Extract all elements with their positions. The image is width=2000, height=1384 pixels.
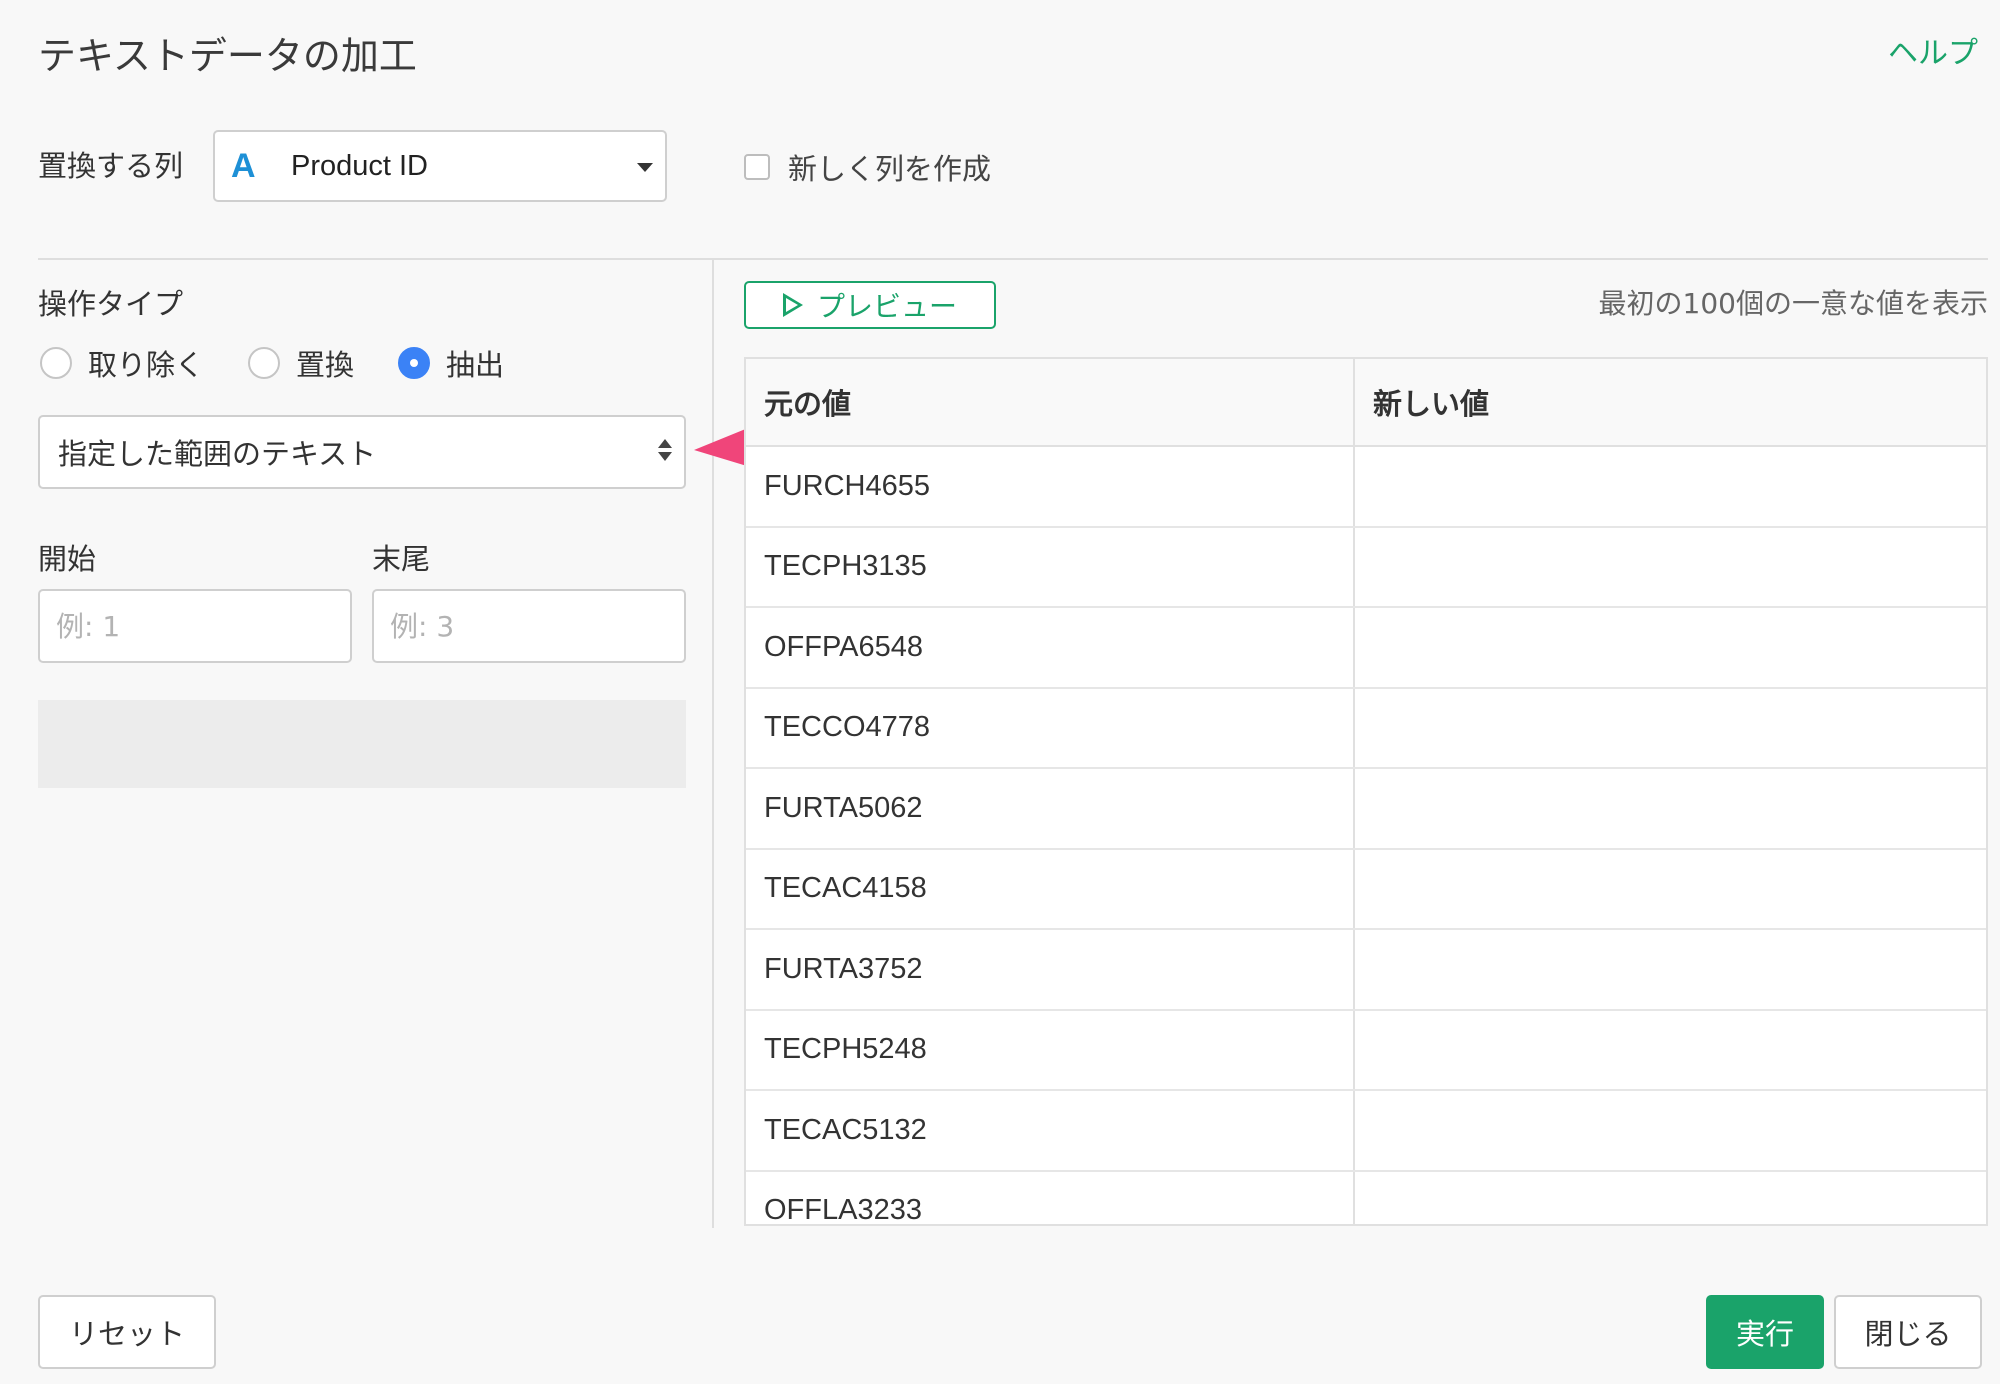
cell-new (1355, 850, 1986, 929)
cell-original: FURCH4655 (746, 447, 1355, 526)
cell-new (1355, 769, 1986, 848)
close-button[interactable]: 閉じる (1834, 1295, 1982, 1369)
table-row: TECPH5248 (746, 1010, 1986, 1091)
table-row: FURTA5062 (746, 769, 1986, 850)
reset-button[interactable]: リセット (38, 1295, 216, 1369)
table-header: 元の値 新しい値 (746, 359, 1986, 447)
run-button[interactable]: 実行 (1706, 1295, 1824, 1369)
operation-type-radios: 取り除く 置換 抽出 (40, 342, 548, 384)
end-input[interactable] (372, 589, 686, 663)
table-row: FURCH4655 (746, 447, 1986, 528)
table-row: TECPH3135 (746, 527, 1986, 608)
radio-remove-circle[interactable] (40, 347, 72, 379)
info-area (38, 700, 686, 788)
cell-new (1355, 1091, 1986, 1170)
caret-down-icon (637, 163, 653, 172)
new-column-label: 新しく列を作成 (788, 152, 992, 186)
cell-new (1355, 447, 1986, 526)
preview-note: 最初の100個の一意な値を表示 (1598, 287, 1988, 320)
new-column-toggle[interactable]: 新しく列を作成 (744, 146, 991, 188)
radio-extract-label: 抽出 (446, 348, 505, 382)
radio-replace[interactable]: 置換 (248, 342, 354, 384)
cell-original: TECPH5248 (746, 1010, 1355, 1089)
preview-table: 元の値 新しい値 FURCH4655 TECPH3135 OFFPA6548 T… (744, 357, 1988, 1226)
radio-replace-circle[interactable] (248, 347, 281, 379)
radio-extract[interactable]: 抽出 (398, 342, 504, 384)
table-row: FURTA3752 (746, 930, 1986, 1011)
operation-type-title: 操作タイプ (38, 287, 184, 321)
target-column-value: Product ID (291, 149, 428, 182)
cell-new (1355, 930, 1986, 1009)
start-label: 開始 (38, 542, 97, 576)
radio-extract-circle[interactable] (398, 347, 431, 379)
cell-original: TECAC4158 (746, 849, 1355, 928)
cell-original: TECCO4778 (746, 688, 1355, 767)
new-column-checkbox[interactable] (744, 154, 770, 180)
horizontal-divider (38, 258, 1988, 260)
cell-original: FURTA3752 (746, 930, 1355, 1009)
cell-original: FURTA5062 (746, 769, 1355, 848)
help-link[interactable]: ヘルプ (1888, 32, 1978, 76)
cell-original: OFFLA3233 (746, 1171, 1355, 1224)
table-row: TECAC5132 (746, 1091, 1986, 1172)
start-input[interactable] (38, 589, 352, 663)
cell-original: OFFPA6548 (746, 608, 1355, 687)
cell-original: TECAC5132 (746, 1091, 1355, 1170)
preview-button[interactable]: プレビュー (744, 281, 996, 329)
radio-remove[interactable]: 取り除く (40, 342, 204, 384)
preview-button-label: プレビュー (816, 290, 957, 323)
radio-remove-label: 取り除く (88, 348, 205, 382)
cell-new (1355, 528, 1986, 607)
extract-mode-select[interactable]: 指定した範囲のテキスト (38, 415, 686, 489)
target-column-select[interactable]: A Product ID (213, 130, 667, 202)
cell-new (1355, 689, 1986, 768)
table-row: TECAC4158 (746, 849, 1986, 930)
table-row: TECCO4778 (746, 688, 1986, 769)
cell-new (1355, 608, 1986, 687)
dialog-title: テキストデータの加工 (38, 34, 417, 78)
cell-original: TECPH3135 (746, 527, 1355, 606)
play-icon (782, 293, 803, 317)
cell-new (1355, 1172, 1986, 1225)
target-column-label: 置換する列 (38, 149, 184, 183)
extract-mode-value: 指定した範囲のテキスト (58, 437, 377, 471)
table-row: OFFLA3233 (746, 1171, 1986, 1225)
string-type-icon: A (231, 146, 256, 185)
updown-arrows-icon (658, 439, 674, 461)
end-label: 末尾 (372, 542, 431, 576)
cell-new (1355, 1011, 1986, 1090)
table-row: OFFPA6548 (746, 608, 1986, 689)
column-header-original: 元の値 (746, 359, 1355, 445)
column-header-new: 新しい値 (1373, 387, 1490, 421)
radio-replace-label: 置換 (296, 348, 355, 382)
